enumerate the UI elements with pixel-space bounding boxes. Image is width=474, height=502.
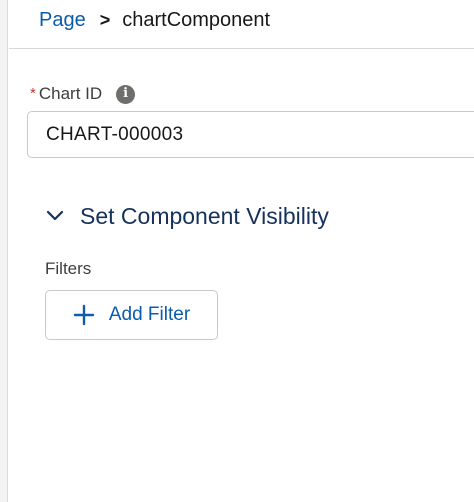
chart-id-label: Chart ID (38, 84, 103, 103)
breadcrumb-current: chartComponent (122, 9, 271, 31)
chart-id-label-row: * Chart ID i (30, 84, 136, 104)
panel-header: Page > chartComponent (9, 0, 474, 49)
breadcrumb: Page > chartComponent (39, 8, 270, 32)
breadcrumb-page-link[interactable]: Page (39, 8, 86, 32)
visibility-section-toggle[interactable]: Set Component Visibility (45, 202, 329, 230)
add-filter-button[interactable]: Add Filter (45, 290, 218, 340)
chevron-down-icon (46, 210, 64, 221)
left-panel-edge (0, 0, 8, 502)
breadcrumb-separator: > (99, 10, 111, 30)
info-icon[interactable]: i (116, 84, 136, 104)
chart-id-input[interactable] (27, 111, 474, 158)
required-marker: * (30, 85, 36, 102)
filters-label: Filters (45, 259, 92, 278)
plus-icon (73, 304, 95, 326)
add-filter-label: Add Filter (108, 304, 191, 325)
section-title: Set Component Visibility (80, 203, 329, 229)
property-panel: Page > chartComponent * Chart ID i Set C… (9, 0, 474, 502)
